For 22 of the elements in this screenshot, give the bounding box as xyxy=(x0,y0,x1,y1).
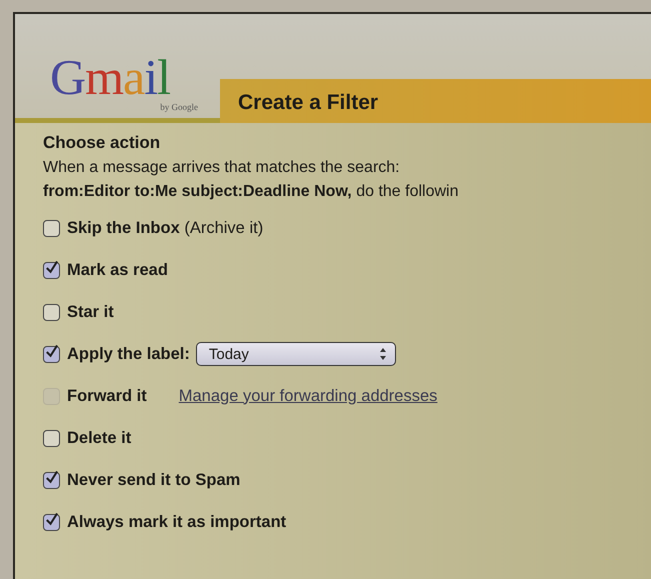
action-label: Delete it xyxy=(67,428,132,448)
checkbox[interactable] xyxy=(43,262,60,278)
intro-text: When a message arrives that matches the search: xyxy=(43,159,401,177)
action-label: Forward it xyxy=(67,386,147,406)
section-heading: Choose action xyxy=(43,133,162,153)
action-label: Skip the Inbox (Archive it) xyxy=(67,218,264,238)
gmail-logo: Gmail xyxy=(50,52,170,102)
checkbox[interactable] xyxy=(43,304,60,320)
checkbox[interactable] xyxy=(43,514,60,530)
action-label: Never send it to Spam xyxy=(67,470,240,490)
action-label: Star it xyxy=(67,302,114,322)
action-label: Apply the label: xyxy=(67,344,190,364)
checkbox[interactable] xyxy=(43,430,60,446)
action-label: Mark as read xyxy=(67,260,168,280)
stepper-arrows-icon xyxy=(378,347,387,361)
search-criteria-text: from:Editor to:Me subject:Deadline Now, do the followin xyxy=(43,183,460,201)
checkbox[interactable] xyxy=(43,472,60,488)
label-dropdown[interactable]: Today xyxy=(196,342,396,366)
checkbox[interactable] xyxy=(43,346,60,362)
logo-tagline: by Google xyxy=(160,102,198,112)
action-label: Always mark it as important xyxy=(67,512,286,532)
checkbox[interactable] xyxy=(43,220,60,236)
